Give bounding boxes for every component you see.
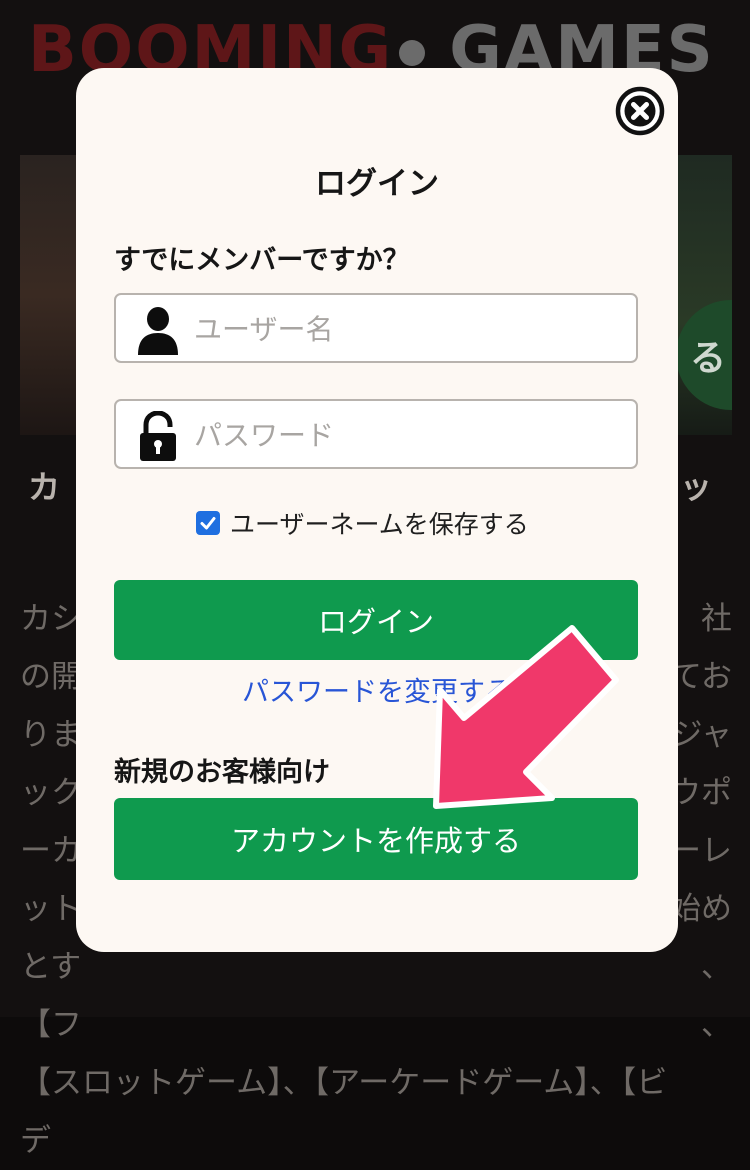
bg-text-fragment: 、: [701, 949, 732, 985]
new-customer-heading: 新規のお客様向け: [114, 757, 330, 788]
bg-text-fragment: とす: [20, 949, 82, 985]
bg-text-fragment: 、: [701, 1007, 732, 1043]
remember-label: ユーザーネームを保存する: [230, 510, 529, 539]
bg-text-fragment: ット: [20, 891, 82, 927]
member-heading: すでにメンバーですか？: [114, 245, 410, 276]
bg-text-fragment: ック: [20, 775, 82, 811]
remember-checkbox[interactable]: [196, 511, 220, 535]
bg-text-fragment: 社: [701, 601, 732, 637]
checkbox-checked-icon: [200, 517, 216, 530]
section-heading-left: カ: [28, 468, 61, 506]
section-heading-right: ッ: [680, 468, 713, 506]
username-input[interactable]: [192, 295, 626, 363]
pointer-arrow-icon: [433, 625, 619, 809]
game-badge-text: る: [689, 338, 726, 379]
bg-text-fragment: ジャ: [671, 717, 732, 753]
username-field[interactable]: [114, 293, 638, 363]
bg-text-fragment: ーカ: [20, 833, 82, 869]
close-icon: [615, 86, 665, 136]
logo-dot: [399, 40, 426, 67]
bg-text-fragment: りま: [20, 717, 82, 753]
bg-text-fragment: の開: [20, 659, 82, 695]
modal-title: ログイン: [315, 166, 439, 202]
bg-text-fragment: 始め: [670, 891, 732, 927]
game-card-left: [20, 155, 80, 435]
bg-text-fragment: ウポ: [670, 775, 732, 811]
close-button[interactable]: [615, 86, 665, 136]
remember-username[interactable]: ユーザーネームを保存する: [196, 506, 529, 540]
bg-text-line: デ: [20, 1123, 51, 1159]
bg-text-fragment: てお: [670, 659, 732, 695]
password-input[interactable]: [192, 401, 626, 469]
bg-text-fragment: ーレ: [670, 833, 732, 869]
bg-text-fragment: カシ: [20, 601, 82, 637]
bg-text-line: 【スロットゲーム】、【アーケードゲーム】、【ビ: [20, 1065, 668, 1101]
user-icon: [138, 307, 178, 355]
password-field[interactable]: [114, 399, 638, 469]
bg-text-fragment: 【フ: [20, 1007, 82, 1043]
lock-icon: [140, 411, 176, 461]
